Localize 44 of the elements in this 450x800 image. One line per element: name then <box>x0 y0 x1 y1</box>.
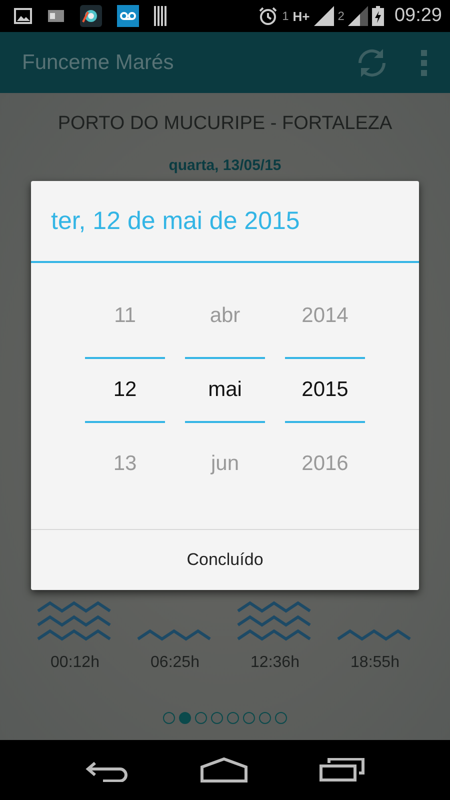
picker-value[interactable]: 11 <box>85 285 165 347</box>
picker-value[interactable]: jun <box>185 433 265 495</box>
page-dot[interactable] <box>259 712 271 724</box>
tide-time: 12:36h <box>250 654 300 672</box>
picker-value[interactable]: mai <box>185 357 265 423</box>
picker-value[interactable]: 2016 <box>285 433 365 495</box>
picker-value[interactable]: 2014 <box>285 285 365 347</box>
picker-value[interactable]: 13 <box>85 433 165 495</box>
notification-icon <box>47 8 65 24</box>
alarm-icon <box>258 6 278 26</box>
station-name: PORTO DO MUCURIPE - FORTALEZA <box>58 113 392 135</box>
page-dot[interactable] <box>211 712 223 724</box>
page-dot[interactable] <box>227 712 239 724</box>
battery-icon <box>372 6 384 26</box>
date-label: quarta, 13/05/15 <box>168 157 282 174</box>
signal-icon <box>348 6 368 26</box>
page-dot[interactable] <box>195 712 207 724</box>
picker-value[interactable]: 2015 <box>285 357 365 423</box>
dialog-title: ter, 12 de mai de 2015 <box>51 206 300 236</box>
wave-icon <box>37 601 113 641</box>
wave-icon <box>237 601 313 641</box>
page-dot[interactable] <box>163 712 175 724</box>
voicemail-icon <box>117 5 139 27</box>
page-dot[interactable] <box>179 712 191 724</box>
signal-icon <box>314 6 334 26</box>
camera-app-icon <box>80 5 102 27</box>
tide-time: 06:25h <box>150 654 200 672</box>
sim-label: 2 <box>338 9 344 23</box>
picker-value[interactable]: abr <box>185 285 265 347</box>
wave-icon <box>137 629 213 641</box>
page-dot[interactable] <box>243 712 255 724</box>
gallery-icon <box>14 8 32 24</box>
barcode-icon <box>154 6 168 26</box>
wave-icon <box>337 629 413 641</box>
menu-icon[interactable] <box>420 48 428 78</box>
tide-time: 18:55h <box>350 654 400 672</box>
tide-time: 00:12h <box>50 654 100 672</box>
done-button[interactable]: Concluído <box>31 530 419 590</box>
app-title: Funceme Marés <box>22 50 174 74</box>
sim-label: 1 <box>282 9 289 23</box>
clock: 09:29 <box>394 5 442 27</box>
page-dot[interactable] <box>275 712 287 724</box>
picker-value[interactable]: 12 <box>85 357 165 423</box>
network-label: H+ <box>292 9 310 24</box>
